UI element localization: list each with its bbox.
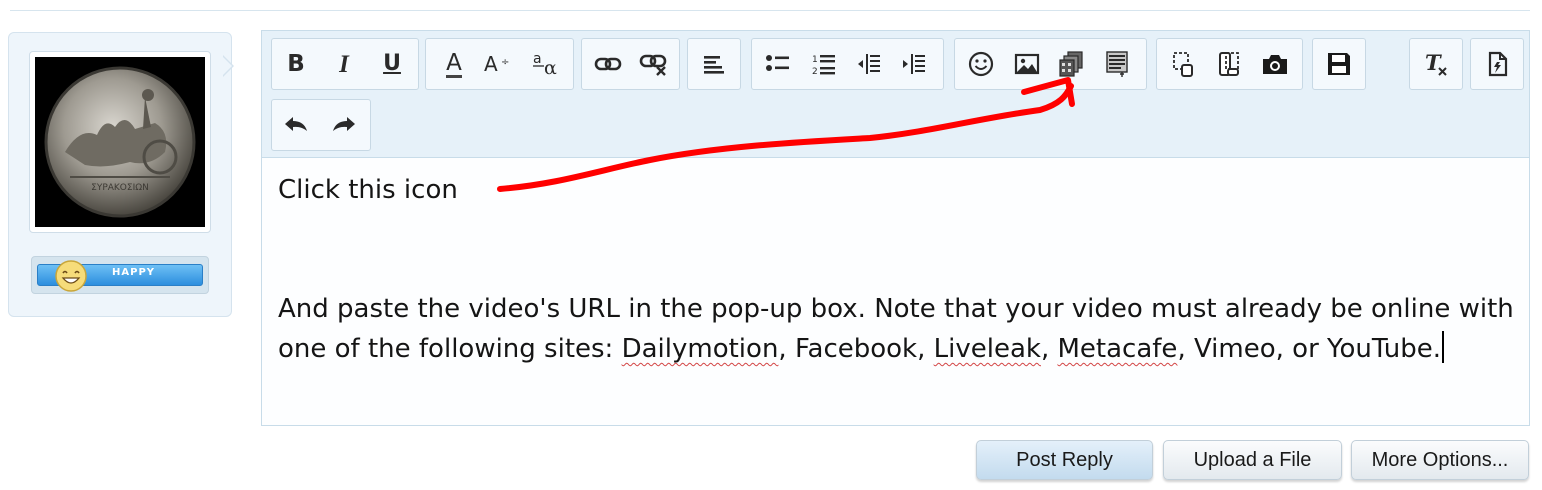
align-left-icon bbox=[704, 56, 724, 74]
toolbar-group-history bbox=[271, 99, 371, 151]
font-size-icon: A ÷ bbox=[484, 52, 509, 76]
spoiler-button[interactable] bbox=[1209, 39, 1249, 89]
toolbar-group-font: A A ÷ a α bbox=[425, 38, 574, 90]
message-editor: B I U A A ÷ a α 1 2 T Click this icon An… bbox=[261, 30, 1530, 426]
unlink-icon bbox=[639, 54, 667, 76]
outdent-button[interactable] bbox=[849, 39, 889, 89]
text-color-button[interactable]: A bbox=[434, 39, 474, 89]
toolbar-group-align bbox=[687, 38, 741, 90]
misspelled-word: Metacafe bbox=[1057, 334, 1178, 364]
editor-toolbar: B I U A A ÷ a α 1 2 T bbox=[262, 31, 1529, 158]
post-reply-button[interactable]: Post Reply bbox=[976, 440, 1153, 480]
unlink-button[interactable] bbox=[634, 39, 674, 89]
undo-arrow-icon bbox=[285, 117, 307, 131]
bullet-list-icon bbox=[766, 55, 789, 71]
align-button[interactable] bbox=[694, 39, 734, 89]
insert-button[interactable] bbox=[1097, 39, 1137, 89]
top-divider bbox=[10, 10, 1530, 11]
media-film-icon bbox=[1059, 51, 1083, 77]
instruction-paragraph: And paste the video's URL in the pop-up … bbox=[278, 294, 1514, 364]
media-button[interactable] bbox=[1052, 39, 1092, 89]
text-caret bbox=[1442, 331, 1445, 363]
toolbar-group-clear: T bbox=[1409, 38, 1463, 90]
font-color-icon: A bbox=[446, 49, 462, 78]
floppy-disk-icon bbox=[1328, 53, 1350, 75]
italic-icon: I bbox=[339, 50, 349, 78]
save-draft-button[interactable] bbox=[1319, 39, 1359, 89]
misspelled-word: Liveleak bbox=[933, 334, 1041, 364]
more-options-button[interactable]: More Options... bbox=[1351, 440, 1529, 480]
mood-badge[interactable]: HAPPY bbox=[31, 256, 209, 294]
editor-content-area[interactable]: Click this icon And paste the video's UR… bbox=[262, 158, 1529, 425]
redo-arrow-icon bbox=[333, 117, 355, 131]
image-icon bbox=[1014, 53, 1040, 75]
svg-text:ΣΥΡΑΚΟΣΙΩΝ: ΣΥΡΑΚΟΣΙΩΝ bbox=[91, 183, 149, 193]
smilie-button[interactable] bbox=[961, 39, 1001, 89]
svg-text:1: 1 bbox=[812, 55, 818, 65]
link-icon bbox=[594, 57, 622, 71]
underline-button[interactable]: U bbox=[372, 39, 412, 89]
camera-icon bbox=[1263, 55, 1287, 74]
spoiler-icon bbox=[1219, 52, 1239, 76]
instruction-line: Click this icon bbox=[278, 175, 458, 205]
toolbar-group-source bbox=[1470, 38, 1524, 90]
italic-button[interactable]: I bbox=[324, 39, 364, 89]
undo-button[interactable] bbox=[276, 100, 316, 150]
svg-text:2: 2 bbox=[812, 67, 818, 76]
avatar-frame[interactable]: ΣΥΡΑΚΟΣΙΩΝ bbox=[29, 51, 211, 233]
font-family-icon: a α bbox=[533, 51, 557, 78]
svg-text:a: a bbox=[533, 51, 542, 67]
quote-button[interactable] bbox=[1163, 39, 1203, 89]
font-size-button[interactable]: A ÷ bbox=[478, 39, 518, 89]
image-button[interactable] bbox=[1007, 39, 1047, 89]
svg-text:A: A bbox=[484, 52, 498, 76]
redo-button[interactable] bbox=[324, 100, 364, 150]
coin-avatar-icon: ΣΥΡΑΚΟΣΙΩΝ bbox=[35, 57, 205, 227]
avatar[interactable]: ΣΥΡΑΚΟΣΙΩΝ bbox=[35, 57, 205, 227]
font-family-button[interactable]: a α bbox=[528, 39, 568, 89]
toolbar-group-draft bbox=[1312, 38, 1366, 90]
toolbar-group-text-style: B I U bbox=[271, 38, 419, 90]
upload-file-button[interactable]: Upload a File bbox=[1163, 440, 1342, 480]
svg-text:÷: ÷ bbox=[501, 57, 509, 68]
remove-format-button[interactable]: T bbox=[1416, 39, 1456, 89]
remove-format-icon: T bbox=[1425, 50, 1447, 76]
bold-button[interactable]: B bbox=[276, 39, 316, 89]
smiley-icon bbox=[968, 51, 994, 77]
toggle-source-icon bbox=[1488, 51, 1508, 77]
underline-icon: U bbox=[383, 51, 401, 76]
misspelled-word: Dailymotion bbox=[621, 334, 779, 364]
quote-icon bbox=[1173, 52, 1193, 77]
toolbar-group-insert bbox=[954, 38, 1147, 90]
indent-button[interactable] bbox=[894, 39, 934, 89]
smiley-face-icon bbox=[55, 260, 87, 292]
bullet-list-button[interactable] bbox=[758, 39, 798, 89]
link-button[interactable] bbox=[588, 39, 628, 89]
insert-block-icon bbox=[1106, 51, 1128, 77]
mood-label: HAPPY bbox=[112, 267, 156, 278]
svg-text:T: T bbox=[1425, 50, 1442, 75]
toolbar-group-list: 1 2 bbox=[751, 38, 944, 90]
numbered-list-icon: 1 2 bbox=[812, 55, 835, 76]
outdent-icon bbox=[858, 54, 880, 74]
numbered-list-button[interactable]: 1 2 bbox=[804, 39, 844, 89]
bold-icon: B bbox=[287, 50, 305, 77]
screenshot-button[interactable] bbox=[1255, 39, 1295, 89]
svg-text:α: α bbox=[544, 57, 557, 78]
toolbar-group-blocks bbox=[1156, 38, 1303, 90]
toolbar-group-link bbox=[581, 38, 680, 90]
indent-icon bbox=[903, 54, 925, 74]
toggle-bbcode-button[interactable] bbox=[1477, 39, 1517, 89]
